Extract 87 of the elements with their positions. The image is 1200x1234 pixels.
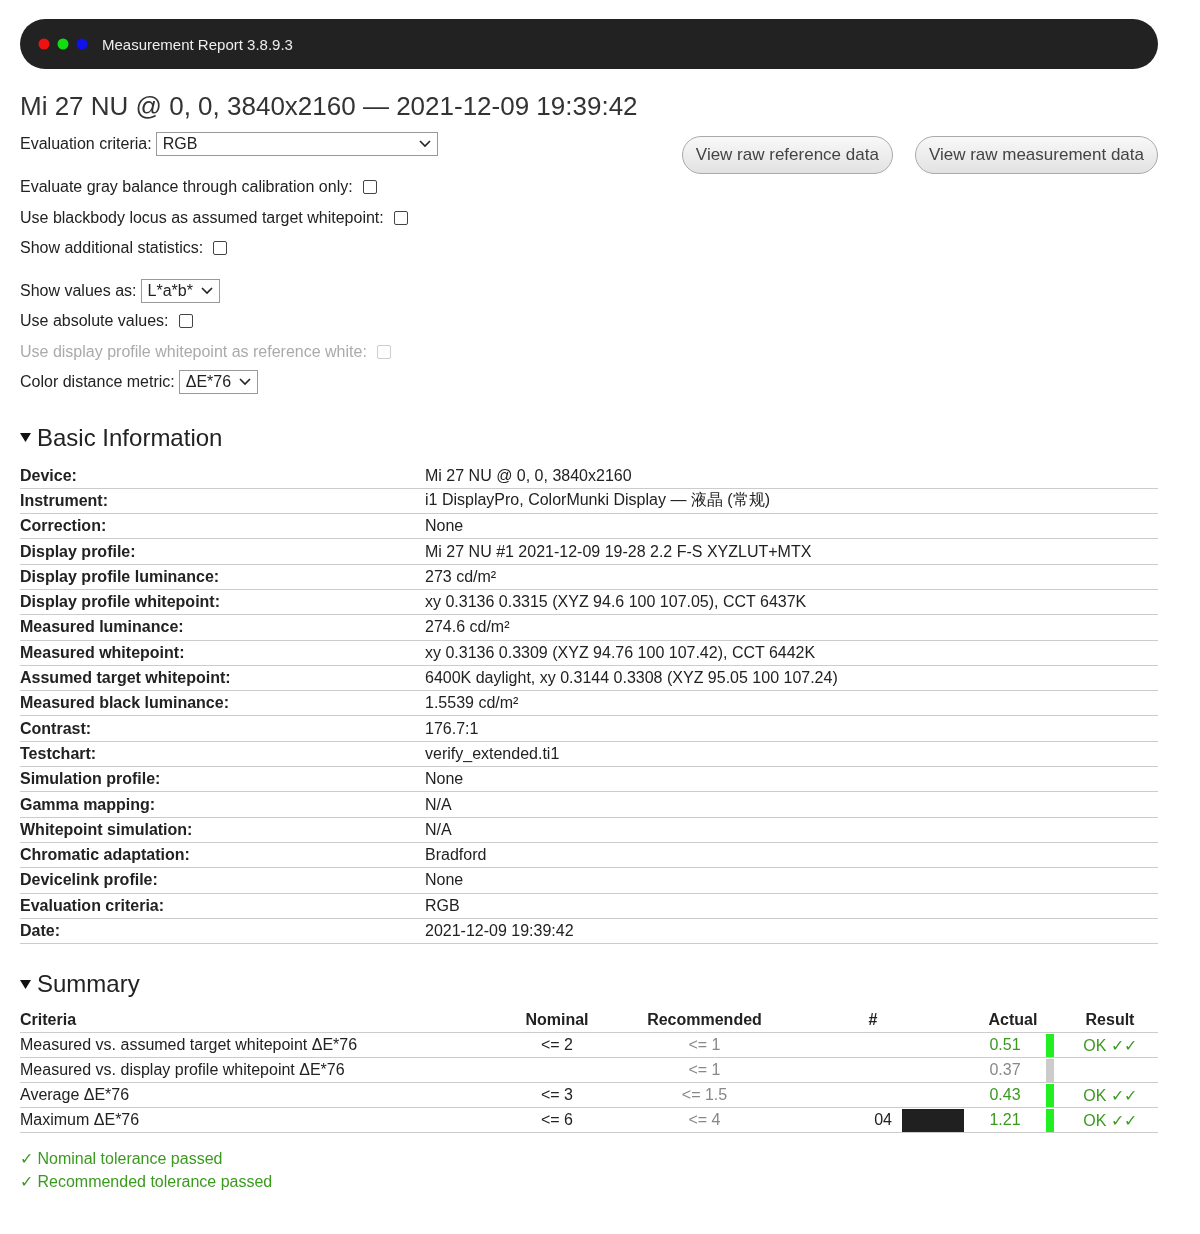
- info-value: 1.5539 cd/m²: [425, 690, 1158, 716]
- recommended-cell: <= 1: [617, 1057, 792, 1083]
- info-label: Measured whitepoint:: [20, 640, 425, 666]
- info-label: Measured luminance:: [20, 614, 425, 641]
- column-header: #: [792, 1008, 964, 1033]
- info-label: Display profile:: [20, 538, 425, 565]
- info-value: N/A: [425, 817, 1158, 843]
- option-dropdown[interactable]: L*a*b*: [140, 278, 220, 303]
- column-header: Recommended: [617, 1008, 792, 1033]
- nominal-cell: <= 6: [497, 1107, 617, 1133]
- info-label: Whitepoint simulation:: [20, 817, 425, 843]
- chevron-down-icon: [239, 378, 252, 387]
- checkbox[interactable]: [178, 314, 193, 329]
- nominal-cell: <= 2: [497, 1032, 617, 1058]
- result-cell: OK ✓✓: [1062, 1032, 1158, 1058]
- checkbox[interactable]: [362, 180, 377, 195]
- field-label: Evaluation criteria:: [20, 135, 152, 153]
- column-header: Result: [1062, 1008, 1158, 1033]
- chevron-down-icon: [200, 286, 213, 295]
- info-label: Simulation profile:: [20, 766, 425, 792]
- info-label: Testchart:: [20, 741, 425, 767]
- info-value: 273 cd/m²: [425, 564, 1158, 590]
- checkbox[interactable]: [213, 241, 228, 256]
- criteria-dropdown[interactable]: RGB: [155, 132, 438, 156]
- checkbox[interactable]: [393, 210, 408, 225]
- option-label: Show additional statistics:: [20, 239, 204, 258]
- info-label: Correction:: [20, 513, 425, 539]
- result-cell: OK ✓✓: [1062, 1107, 1158, 1133]
- view-data-button[interactable]: View raw reference data: [681, 136, 893, 174]
- criteria-cell: Average ΔE*76: [20, 1082, 497, 1108]
- info-value: 274.6 cd/m²: [425, 614, 1158, 641]
- info-value: xy 0.3136 0.3309 (XYZ 94.76 100 107.42), CCT 6442K: [425, 640, 1158, 666]
- info-label: Display profile whitepoint:: [20, 589, 425, 615]
- info-value: N/A: [425, 791, 1158, 818]
- info-value: None: [425, 766, 1158, 792]
- window-dots-icon: [38, 38, 90, 50]
- option-dropdown[interactable]: ΔE*76: [178, 370, 259, 395]
- recommended-cell: <= 1: [617, 1032, 792, 1058]
- info-label: Gamma mapping:: [20, 791, 425, 818]
- result-cell: OK ✓✓: [1062, 1082, 1158, 1108]
- info-label: Instrument:: [20, 488, 425, 514]
- option-label: Evaluate gray balance through calibration only:: [20, 178, 353, 197]
- column-header: Nominal: [497, 1008, 617, 1033]
- info-value: None: [425, 867, 1158, 894]
- info-value: i1 DisplayPro, ColorMunki Display — 液晶 (常规): [425, 488, 1158, 514]
- info-value: 2021-12-09 19:39:42: [425, 918, 1158, 944]
- info-label: Device:: [20, 463, 425, 489]
- criteria-cell: Measured vs. display profile whitepoint ΔE*76: [20, 1057, 497, 1083]
- info-value: RGB: [425, 893, 1158, 919]
- info-label: Devicelink profile:: [20, 867, 425, 894]
- info-value: Mi 27 NU #1 2021-12-09 19-28 2.2 F-S XYZLUT+MTX: [425, 538, 1158, 565]
- tolerance-note: ✓ Nominal tolerance passed: [20, 1149, 224, 1170]
- info-label: Evaluation criteria:: [20, 893, 425, 919]
- criteria-cell: Measured vs. assumed target whitepoint ΔE*76: [20, 1032, 497, 1058]
- info-value: Bradford: [425, 842, 1158, 868]
- info-label: Assumed target whitepoint:: [20, 665, 425, 691]
- chevron-down-icon: [418, 140, 431, 148]
- recommended-cell: <= 1.5: [617, 1082, 792, 1108]
- option-label: Use absolute values:: [20, 312, 169, 331]
- section-header[interactable]: Basic Information: [20, 423, 1158, 452]
- info-value: 176.7:1: [425, 715, 1158, 742]
- tolerance-note: ✓ Recommended tolerance passed: [20, 1172, 274, 1193]
- recommended-cell: <= 4: [617, 1107, 792, 1133]
- column-header: Criteria: [20, 1008, 497, 1033]
- option-label: Use blackbody locus as assumed target whitepoint:: [20, 208, 384, 227]
- option-label: Use display profile whitepoint as reference white:: [20, 342, 367, 361]
- view-data-button[interactable]: View raw measurement data: [914, 136, 1158, 174]
- info-label: Contrast:: [20, 715, 425, 742]
- report-heading: Mi 27 NU @ 0, 0, 3840x2160 — 2021-12-09 19:39:42: [20, 91, 639, 122]
- info-label: Display profile luminance:: [20, 564, 425, 590]
- disclosure-triangle-icon: [20, 978, 31, 990]
- info-value: xy 0.3136 0.3315 (XYZ 94.6 100 107.05), CCT 6437K: [425, 589, 1158, 615]
- section-header[interactable]: Summary: [20, 970, 1158, 999]
- info-value: None: [425, 513, 1158, 539]
- nominal-cell: <= 3: [497, 1082, 617, 1108]
- column-header: Actual: [964, 1008, 1062, 1033]
- criteria-cell: Maximum ΔE*76: [20, 1107, 497, 1133]
- info-value: 6400K daylight, xy 0.3144 0.3308 (XYZ 95.05 100 107.24): [425, 665, 1158, 691]
- window-title: Measurement Report 3.8.9.3: [102, 35, 293, 53]
- disclosure-triangle-icon: [20, 432, 31, 443]
- info-value: Mi 27 NU @ 0, 0, 3840x2160: [425, 463, 1158, 489]
- option-label: Show values as:: [20, 281, 137, 300]
- option-label: Color distance metric:: [20, 373, 175, 392]
- info-value: verify_extended.ti1: [425, 741, 1158, 767]
- info-label: Chromatic adaptation:: [20, 842, 425, 868]
- info-label: Measured black luminance:: [20, 690, 425, 716]
- info-label: Date:: [20, 918, 425, 944]
